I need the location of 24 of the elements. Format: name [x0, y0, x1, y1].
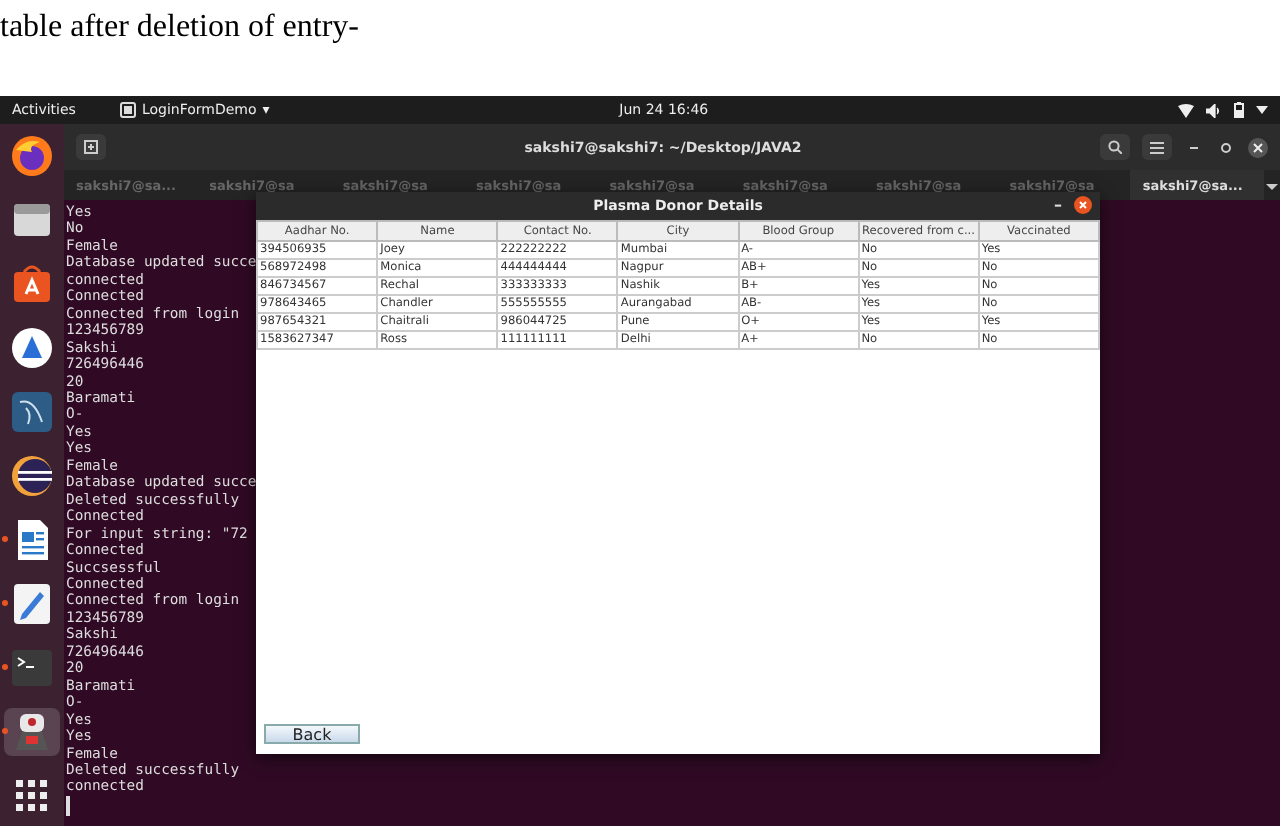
- browser-icon[interactable]: [10, 134, 54, 178]
- close-icon: [1074, 196, 1092, 214]
- new-tab-icon: [84, 140, 98, 154]
- back-button[interactable]: Back: [264, 724, 360, 744]
- search-icon: [1108, 140, 1122, 154]
- striped-circle-icon[interactable]: [10, 454, 54, 498]
- app-window-icon: [119, 102, 136, 118]
- minimize-button[interactable]: –: [1054, 196, 1062, 214]
- folder-icon[interactable]: [10, 198, 54, 242]
- app-grid-icon[interactable]: [16, 780, 48, 812]
- battery-icon: [1234, 102, 1244, 118]
- wifi-icon: [1178, 103, 1194, 117]
- terminal-icon[interactable]: [10, 646, 54, 690]
- dolphin-icon[interactable]: [10, 390, 54, 434]
- shopping-bag-icon[interactable]: [10, 262, 54, 306]
- text-cursor: [66, 795, 70, 816]
- caption-text: table after deletion of entry-: [0, 10, 359, 46]
- close-icon: [1248, 137, 1268, 157]
- maximize-icon: [1216, 137, 1236, 157]
- caret-icon: [1256, 106, 1268, 114]
- triangle-app-icon[interactable]: [10, 326, 54, 370]
- pencil-icon[interactable]: [10, 582, 54, 626]
- volume-icon: [1206, 103, 1222, 117]
- menu-icon: [1150, 141, 1164, 153]
